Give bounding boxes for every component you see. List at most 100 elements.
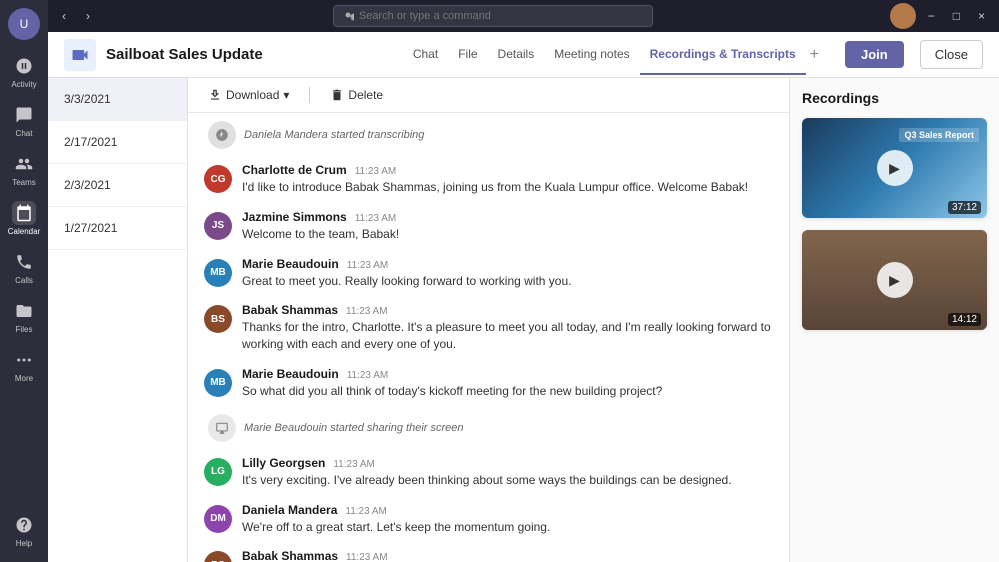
nav-back-button[interactable]: ‹ [56, 7, 72, 25]
msg-time-9: 11:23 AM [346, 552, 388, 562]
sidebar-label-chat: Chat [16, 129, 33, 138]
avatar-1: CG [204, 165, 232, 193]
msg-body-3: Marie Beaudouin 11:23 AM Great to meet y… [242, 257, 773, 290]
download-icon [208, 88, 222, 102]
msg-text-3: Great to meet you. Really looking forwar… [242, 273, 773, 290]
msg-header-5: Marie Beaudouin 11:23 AM [242, 367, 773, 381]
recording-thumb-1: ▶ 14:12 [802, 230, 987, 330]
msg-body-7: Lilly Georgsen 11:23 AM It's very exciti… [242, 456, 773, 489]
transcript-entry-2: JS Jazmine Simmons 11:23 AM Welcome to t… [204, 210, 773, 243]
sidebar-item-teams[interactable]: Teams [0, 146, 48, 193]
msg-text-4: Thanks for the intro, Charlotte. It's a … [242, 319, 773, 353]
rec-report-label-0: Q3 Sales Report [899, 128, 979, 142]
sidebar-nav: Activity Chat Teams Calendar Calls [0, 48, 48, 507]
msg-text-2: Welcome to the team, Babak! [242, 226, 773, 243]
avatar-4: BS [204, 305, 232, 333]
msg-time-7: 11:23 AM [333, 459, 375, 470]
user-avatar[interactable]: U [8, 8, 40, 40]
tab-meeting-notes[interactable]: Meeting notes [544, 35, 639, 75]
sidebar-item-help[interactable]: Help [12, 507, 36, 554]
transcript-entry-9: BS Babak Shammas 11:23 AM Thanks for the… [204, 549, 773, 562]
msg-body-5: Marie Beaudouin 11:23 AM So what did you… [242, 367, 773, 400]
transcript-scroll[interactable]: Daniela Mandera started transcribing CG … [188, 113, 789, 562]
transcript-entry-4: BS Babak Shammas 11:23 AM Thanks for the… [204, 303, 773, 353]
transcript-toolbar: Download ▾ Delete [188, 78, 789, 113]
download-caret: ▾ [283, 88, 289, 102]
meeting-icon [64, 39, 96, 71]
sidebar-label-help: Help [16, 539, 32, 548]
search-input[interactable] [359, 10, 644, 22]
msg-time-8: 11:23 AM [345, 506, 387, 517]
teams-icon [12, 152, 36, 176]
sidebar-item-activity[interactable]: Activity [0, 48, 48, 95]
sidebar-label-more: More [15, 374, 33, 383]
play-button-0[interactable]: ▶ [877, 150, 913, 186]
sidebar-item-chat[interactable]: Chat [0, 97, 48, 144]
session-item-3[interactable]: 1/27/2021 [48, 207, 187, 250]
msg-header-4: Babak Shammas 11:23 AM [242, 303, 773, 317]
delete-label: Delete [348, 88, 383, 102]
title-bar-left: ‹ › [56, 7, 96, 25]
msg-body-8: Daniela Mandera 11:23 AM We're off to a … [242, 503, 773, 536]
sidebar-bottom: Help [12, 507, 36, 554]
system-icon-6 [208, 414, 236, 442]
play-button-1[interactable]: ▶ [877, 262, 913, 298]
recordings-title: Recordings [802, 90, 987, 106]
transcript-entry-5: MB Marie Beaudouin 11:23 AM So what did … [204, 367, 773, 400]
msg-time-1: 11:23 AM [355, 166, 397, 177]
user-avatar-titlebar[interactable] [890, 3, 916, 29]
transcript-entry-1: CG Charlotte de Crum 11:23 AM I'd like t… [204, 163, 773, 196]
msg-header-7: Lilly Georgsen 11:23 AM [242, 456, 773, 470]
nav-forward-button[interactable]: › [80, 7, 96, 25]
sidebar-label-calls: Calls [15, 276, 33, 285]
more-icon [12, 348, 36, 372]
main-content: ‹ › − □ × Sailboat Sales Update Chat Fil… [48, 0, 999, 562]
recording-card-1[interactable]: ▶ 14:12 [802, 230, 987, 330]
search-bar[interactable] [333, 5, 653, 27]
content-area: 3/3/2021 2/17/2021 2/3/2021 1/27/2021 Do… [48, 78, 999, 562]
delete-button[interactable]: Delete [326, 86, 387, 104]
join-button[interactable]: Join [845, 41, 904, 68]
msg-text-8: We're off to a great start. Let's keep t… [242, 519, 773, 536]
title-bar: ‹ › − □ × [48, 0, 999, 32]
session-item-0[interactable]: 3/3/2021 [48, 78, 187, 121]
tab-add-button[interactable]: + [806, 46, 823, 64]
tab-chat[interactable]: Chat [403, 35, 448, 75]
msg-time-5: 11:23 AM [347, 370, 389, 381]
system-text-0: Daniela Mandera started transcribing [244, 129, 424, 141]
sidebar-item-calls[interactable]: Calls [0, 244, 48, 291]
tab-details[interactable]: Details [488, 35, 545, 75]
sidebar-item-calendar[interactable]: Calendar [0, 195, 48, 242]
avatar-5: MB [204, 369, 232, 397]
transcript-system-6: Marie Beaudouin started sharing their sc… [204, 414, 773, 442]
msg-name-2: Jazmine Simmons [242, 210, 347, 224]
session-item-1[interactable]: 2/17/2021 [48, 121, 187, 164]
sidebar-item-more[interactable]: More [0, 342, 48, 389]
msg-header-8: Daniela Mandera 11:23 AM [242, 503, 773, 517]
download-button[interactable]: Download ▾ [204, 86, 293, 104]
msg-time-4: 11:23 AM [346, 306, 388, 317]
tab-file[interactable]: File [448, 35, 487, 75]
window-close-button[interactable]: × [972, 7, 991, 25]
msg-name-1: Charlotte de Crum [242, 163, 347, 177]
avatar-3: MB [204, 259, 232, 287]
maximize-button[interactable]: □ [947, 7, 966, 25]
activity-icon [12, 54, 36, 78]
tab-recordings[interactable]: Recordings & Transcripts [640, 35, 806, 75]
sidebar-item-files[interactable]: Files [0, 293, 48, 340]
meeting-tabs: Chat File Details Meeting notes Recordin… [403, 35, 823, 75]
sidebar-label-files: Files [16, 325, 33, 334]
delete-icon [330, 88, 344, 102]
transcript-entry-8: DM Daniela Mandera 11:23 AM We're off to… [204, 503, 773, 536]
msg-body-4: Babak Shammas 11:23 AM Thanks for the in… [242, 303, 773, 353]
msg-name-8: Daniela Mandera [242, 503, 337, 517]
sidebar: U Activity Chat Teams Calendar [0, 0, 48, 562]
recording-card-0[interactable]: ▶ Q3 Sales Report 37:12 [802, 118, 987, 218]
minimize-button[interactable]: − [922, 7, 941, 25]
close-button[interactable]: Close [920, 40, 983, 69]
msg-time-3: 11:23 AM [347, 260, 389, 271]
msg-name-5: Marie Beaudouin [242, 367, 339, 381]
session-item-2[interactable]: 2/3/2021 [48, 164, 187, 207]
sidebar-label-teams: Teams [12, 178, 36, 187]
chat-icon [12, 103, 36, 127]
